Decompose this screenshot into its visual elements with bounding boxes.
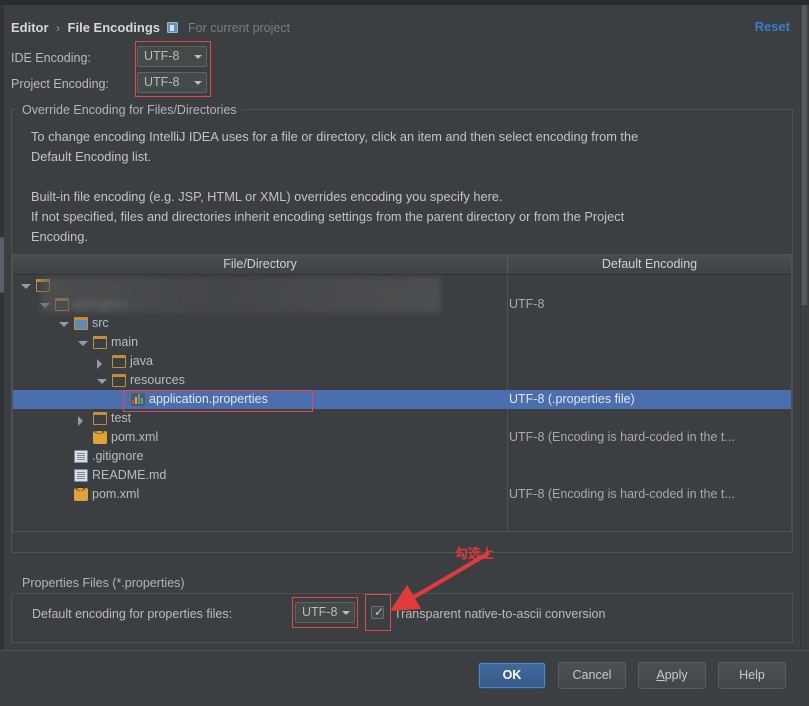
source-folder-icon xyxy=(74,317,88,330)
folder-icon xyxy=(36,279,50,292)
table-row[interactable]: springboo UTF-8 xyxy=(13,295,791,314)
file-name-cell: springboo xyxy=(73,297,128,311)
ok-button[interactable]: OK xyxy=(478,662,546,689)
properties-encoding-value: UTF-8 xyxy=(302,605,338,619)
dialog-button-bar: OK Cancel Apply Help xyxy=(0,650,809,706)
bar-glyph xyxy=(138,394,140,404)
file-encoding-table[interactable]: File/Directory Default Encoding springbo… xyxy=(12,254,792,532)
breadcrumb-editor[interactable]: Editor xyxy=(11,20,49,35)
table-row[interactable]: test xyxy=(13,409,791,428)
breadcrumb-file-encodings: File Encodings xyxy=(67,20,160,35)
project-encoding-value: UTF-8 xyxy=(144,75,180,89)
xml-file-icon xyxy=(74,485,88,501)
help-button[interactable]: Help xyxy=(718,662,786,689)
override-paragraph-2: Default Encoding list. xyxy=(31,149,152,164)
ide-encoding-value: UTF-8 xyxy=(144,49,180,63)
scope-note: For current project xyxy=(187,21,291,35)
tree-collapse-icon[interactable] xyxy=(97,359,102,369)
file-name-cell: pom.xml xyxy=(92,487,140,501)
encoding-cell: UTF-8 (Encoding is hard-coded in the t..… xyxy=(509,430,735,444)
tree-expand-icon[interactable] xyxy=(59,322,69,327)
encoding-cell: UTF-8 xyxy=(509,297,545,311)
breadcrumb-separator: › xyxy=(56,21,61,35)
chevron-down-icon xyxy=(194,81,202,85)
ide-encoding-label: IDE Encoding: xyxy=(11,51,91,65)
tree-expand-icon[interactable] xyxy=(40,303,50,308)
bar-glyph xyxy=(141,398,143,404)
table-row[interactable]: java xyxy=(13,352,791,371)
override-paragraph-1: To change encoding IntelliJ IDEA uses fo… xyxy=(31,129,639,144)
folder-icon xyxy=(112,374,126,387)
encoding-cell: UTF-8 (Encoding is hard-coded in the t..… xyxy=(509,487,735,501)
file-name-cell: README.md xyxy=(92,468,167,482)
table-row[interactable]: src xyxy=(13,314,791,333)
table-row[interactable]: resources xyxy=(13,371,791,390)
file-name-cell: test xyxy=(111,411,132,425)
table-row[interactable]: application.properties UTF-8 (.properties… xyxy=(13,390,791,409)
checkmark-icon: ✓ xyxy=(374,605,385,619)
file-name-cell: resources xyxy=(130,373,185,387)
project-icon xyxy=(167,22,179,33)
override-paragraph-3: Built-in file encoding (e.g. JSP, HTML o… xyxy=(31,189,503,204)
properties-encoding-combo[interactable]: UTF-8 xyxy=(295,602,355,623)
table-row[interactable]: README.md xyxy=(13,466,791,485)
text-file-icon xyxy=(74,469,88,482)
default-encoding-properties-label: Default encoding for properties files: xyxy=(32,607,233,621)
table-row[interactable]: main xyxy=(13,333,791,352)
tree-expand-icon[interactable] xyxy=(97,379,107,384)
table-row[interactable]: pom.xml UTF-8 (Encoding is hard-coded in … xyxy=(13,428,791,447)
project-encoding-combo[interactable]: UTF-8 xyxy=(137,72,207,93)
table-row[interactable]: pom.xml UTF-8 (Encoding is hard-coded in … xyxy=(13,485,791,504)
folder-icon xyxy=(93,412,107,425)
properties-file-icon xyxy=(131,393,145,406)
file-name-cell: java xyxy=(130,354,153,368)
ide-encoding-combo[interactable]: UTF-8 xyxy=(137,46,207,67)
apply-button[interactable]: Apply xyxy=(638,662,706,689)
native-to-ascii-checkbox[interactable]: ✓ xyxy=(371,606,384,619)
right-scrollbar-thumb[interactable] xyxy=(801,5,808,305)
file-name-cell: pom.xml xyxy=(111,430,159,444)
file-name-cell: .gitignore xyxy=(92,449,144,463)
bar-glyph xyxy=(132,400,134,404)
table-row[interactable] xyxy=(13,276,791,295)
folder-icon xyxy=(112,355,126,368)
folder-icon xyxy=(55,298,69,311)
annotation-text: 勾选上 xyxy=(455,547,495,562)
file-name-cell: main xyxy=(111,335,139,349)
table-row[interactable]: .gitignore xyxy=(13,447,791,466)
properties-files-group-title: Properties Files (*.properties) xyxy=(17,576,190,590)
bar-glyph xyxy=(135,397,137,404)
breadcrumb: Editor › File Encodings For current proj… xyxy=(11,20,290,35)
chevron-down-icon xyxy=(194,55,202,59)
apply-mnemonic: A xyxy=(656,668,665,682)
override-paragraph-5: Encoding. xyxy=(31,229,88,244)
table-header: File/Directory Default Encoding xyxy=(13,255,791,275)
reset-link[interactable]: Reset xyxy=(755,19,790,34)
settings-page: Editor › File Encodings For current proj… xyxy=(4,5,800,650)
column-header-file-directory[interactable]: File/Directory xyxy=(13,255,507,274)
native-to-ascii-label: Transparent native-to-ascii conversion xyxy=(394,607,606,621)
tree-expand-icon[interactable] xyxy=(78,341,88,346)
apply-rest: pply xyxy=(664,668,688,682)
file-name-cell: application.properties xyxy=(149,392,268,406)
project-encoding-label: Project Encoding: xyxy=(11,77,109,91)
encoding-cell: UTF-8 (.properties file) xyxy=(509,392,635,406)
tree-collapse-icon[interactable] xyxy=(78,416,83,426)
column-header-default-encoding[interactable]: Default Encoding xyxy=(508,255,791,274)
chevron-down-icon xyxy=(342,611,350,615)
override-encoding-group-title: Override Encoding for Files/Directories xyxy=(17,103,242,117)
xml-file-icon xyxy=(93,428,107,444)
folder-icon xyxy=(93,336,107,349)
text-file-icon xyxy=(74,450,88,463)
cancel-button[interactable]: Cancel xyxy=(558,662,626,689)
file-name-cell: src xyxy=(92,316,109,330)
override-paragraph-4: If not specified, files and directories … xyxy=(31,209,625,224)
tree-expand-icon[interactable] xyxy=(21,284,31,289)
